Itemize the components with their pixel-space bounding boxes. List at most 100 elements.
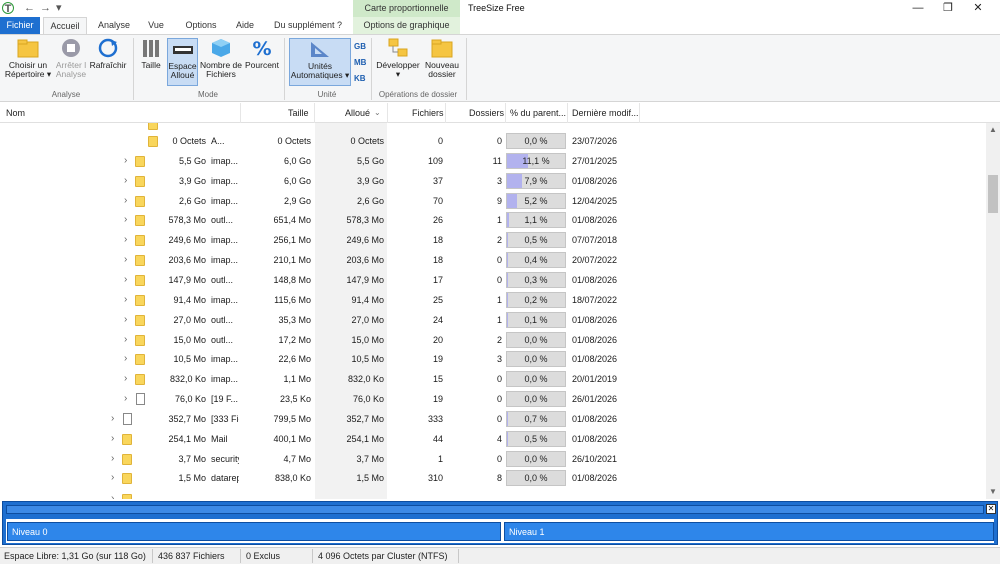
tab-vue[interactable]: Vue <box>140 17 172 34</box>
folder-icon <box>135 374 145 386</box>
refresh-button[interactable]: Rafraîchir <box>89 38 127 70</box>
minimize-button[interactable]: — <box>904 1 932 15</box>
forward-arrow-icon[interactable]: → <box>40 2 51 14</box>
column-header-alloue[interactable]: Alloué <box>345 108 370 118</box>
expand-chevron-icon[interactable]: › <box>111 453 114 464</box>
expand-chevron-icon[interactable]: › <box>111 493 114 499</box>
expand-chevron-icon[interactable]: › <box>124 314 127 325</box>
expand-chevron-icon[interactable]: › <box>124 234 127 245</box>
unit-mb-button[interactable]: MB <box>354 58 366 67</box>
table-row[interactable]: › <box>0 489 986 499</box>
expand-chevron-icon[interactable]: › <box>124 353 127 364</box>
tab-analyse[interactable]: Analyse <box>93 17 135 34</box>
table-row[interactable]: › 15,0 Mo outl... 17,2 Mo 15,0 Mo 20 2 0,0 % 01/… <box>0 330 986 350</box>
expand-button[interactable]: Développer ▾ <box>375 38 421 79</box>
expand-chevron-icon[interactable]: › <box>124 214 127 225</box>
expand-chevron-icon[interactable]: › <box>111 472 114 483</box>
row-size-summary: 27,0 Mo <box>173 314 206 325</box>
table-row[interactable]: › 91,4 Mo imap... 115,6 Mo 91,4 Mo 25 1 0,2 % 18… <box>0 290 986 310</box>
unit-gb-button[interactable]: GB <box>354 42 366 51</box>
column-divider[interactable] <box>240 103 241 123</box>
expand-chevron-icon[interactable]: › <box>124 294 127 305</box>
expand-chevron-icon[interactable]: › <box>124 195 127 206</box>
expand-chevron-icon[interactable]: › <box>111 433 114 444</box>
expand-chevron-icon[interactable]: › <box>124 175 127 186</box>
table-row[interactable]: › 3,7 Mo security... 4,7 Mo 3,7 Mo 1 0 0,0 % 26/… <box>0 449 986 469</box>
row-taille: 838,0 Ko <box>274 473 311 484</box>
table-row[interactable]: › 254,1 Mo Mail 400,1 Mo 254,1 Mo 44 4 0,5 % 01/… <box>0 429 986 449</box>
column-divider[interactable] <box>387 103 388 123</box>
mode-file-count-button[interactable]: Nombre de Fichiers <box>199 38 243 79</box>
column-divider[interactable] <box>639 103 640 123</box>
column-header-nom[interactable]: Nom <box>6 108 25 118</box>
expand-chevron-icon[interactable]: › <box>124 334 127 345</box>
scroll-up-arrow-icon[interactable]: ▲ <box>986 123 1000 137</box>
column-divider[interactable] <box>445 103 446 123</box>
treemap-top-block[interactable] <box>6 505 984 514</box>
tab-fichier[interactable]: Fichier <box>0 17 40 34</box>
maximize-button[interactable]: ❐ <box>934 1 962 15</box>
choose-directory-button[interactable]: Choisir un Répertoire ▾ <box>3 38 53 79</box>
expand-chevron-icon[interactable]: › <box>124 254 127 265</box>
tab-options-graphique[interactable]: Options de graphique <box>353 17 460 34</box>
tab-du-supplement[interactable]: Du supplément ? <box>268 17 348 34</box>
row-fichiers: 25 <box>432 294 443 305</box>
row-name: [19 F... <box>211 394 239 405</box>
expand-chevron-icon[interactable]: › <box>124 373 127 384</box>
treemap-level-1[interactable]: Niveau 1 <box>504 522 994 541</box>
row-last-modified: 20/07/2022 <box>572 255 618 266</box>
percent-of-parent-bar: 0,5 % <box>506 232 566 249</box>
table-row[interactable]: › 1,5 Mo datarep... 838,0 Ko 1,5 Mo 310 8 0,0 %… <box>0 468 986 488</box>
column-header-fichiers[interactable]: Fichiers <box>412 108 444 118</box>
table-row[interactable]: › 5,5 Go imap... 6,0 Go 5,5 Go 109 11 11,1 % 27/… <box>0 151 986 171</box>
table-row[interactable]: › 578,3 Mo outl... 651,4 Mo 578,3 Mo 26 1 1,1 %… <box>0 210 986 230</box>
tab-aide[interactable]: Aide <box>230 17 260 34</box>
mode-size-button[interactable]: Taille <box>137 38 165 70</box>
table-row[interactable]: › 147,9 Mo outl... 148,8 Mo 147,9 Mo 17 0 0,3 %… <box>0 270 986 290</box>
table-row[interactable]: › 76,0 Ko [19 F... 23,5 Ko 76,0 Ko 19 0 0,0 % 26… <box>0 389 986 409</box>
column-header-taille[interactable]: Taille <box>288 108 309 118</box>
table-row[interactable]: 0 Octets A... 0 Octets 0 Octets 0 0 0,0 % 23/07… <box>0 131 986 151</box>
stop-analysis-button[interactable]: Arrêter l Analyse <box>54 38 88 79</box>
row-last-modified: 01/08/2026 <box>572 215 618 226</box>
table-row[interactable]: › 249,6 Mo imap... 256,1 Mo 249,6 Mo 18 2 0,5 %… <box>0 230 986 250</box>
row-name: outl... <box>211 274 234 285</box>
scrollbar-thumb[interactable] <box>988 175 998 213</box>
column-header-dossiers[interactable]: Dossiers <box>469 108 504 118</box>
close-treemap-icon[interactable]: ✕ <box>986 504 996 514</box>
tab-options[interactable]: Options <box>178 17 224 34</box>
column-divider[interactable] <box>505 103 506 123</box>
percent-of-parent-bar: 0,0 % <box>506 470 566 487</box>
table-row[interactable]: › 832,0 Ko imap... 1,1 Mo 832,0 Ko 15 0 0,0 % 20… <box>0 369 986 389</box>
table-row[interactable]: › 352,7 Mo [333 Fic... 799,5 Mo 352,7 Mo 333 0… <box>0 409 986 429</box>
table-row[interactable]: › 3,9 Go imap... 6,0 Go 3,9 Go 37 3 7,9 % 01/08/… <box>0 171 986 191</box>
column-divider[interactable] <box>314 103 315 123</box>
tab-accueil[interactable]: Accueil <box>43 17 87 35</box>
choose-directory-label: Choisir un Répertoire ▾ <box>4 60 52 79</box>
auto-units-button[interactable]: Unités Automatiques ▾ <box>289 38 351 86</box>
table-row[interactable]: › 203,6 Mo imap... 210,1 Mo 203,6 Mo 18 0 0,4 %… <box>0 250 986 270</box>
row-alloue: 2,6 Go <box>356 195 384 206</box>
table-row[interactable]: › 10,5 Mo imap... 22,6 Mo 10,5 Mo 19 3 0,0 % 01/… <box>0 349 986 369</box>
column-divider[interactable] <box>567 103 568 123</box>
column-header-derniere-modif[interactable]: Dernière modif... <box>572 108 639 118</box>
table-row[interactable]: › 27,0 Mo outl... 35,3 Mo 27,0 Mo 24 1 0,1 % 01/… <box>0 310 986 330</box>
back-arrow-icon[interactable]: ← <box>24 2 35 14</box>
new-folder-button[interactable]: Nouveau dossier <box>422 38 462 79</box>
treemap-level-0[interactable]: Niveau 0 <box>7 522 501 541</box>
expand-chevron-icon[interactable]: › <box>124 274 127 285</box>
table-row[interactable]: › 2,6 Go imap... 2,9 Go 2,6 Go 70 9 5,2 % 12/04/… <box>0 191 986 211</box>
quick-access-dropdown-icon[interactable]: ▾ <box>56 2 62 14</box>
unit-kb-button[interactable]: KB <box>354 74 366 83</box>
percent-of-parent-bar: 11,1 % <box>506 152 566 169</box>
expand-chevron-icon[interactable]: › <box>124 155 127 166</box>
mode-allocated-button[interactable]: Espace Alloué <box>167 38 198 86</box>
scroll-down-arrow-icon[interactable]: ▼ <box>986 485 1000 499</box>
close-window-button[interactable]: ✕ <box>964 1 992 15</box>
expand-chevron-icon[interactable]: › <box>111 413 114 424</box>
expand-chevron-icon[interactable]: › <box>124 393 127 404</box>
row-alloue: 0 Octets <box>350 136 384 146</box>
mode-percent-button[interactable]: % Pourcent <box>244 38 280 70</box>
vertical-scrollbar[interactable]: ▲ ▼ <box>986 123 1000 499</box>
column-header-pourcent-parent[interactable]: % du parent... <box>510 108 566 118</box>
